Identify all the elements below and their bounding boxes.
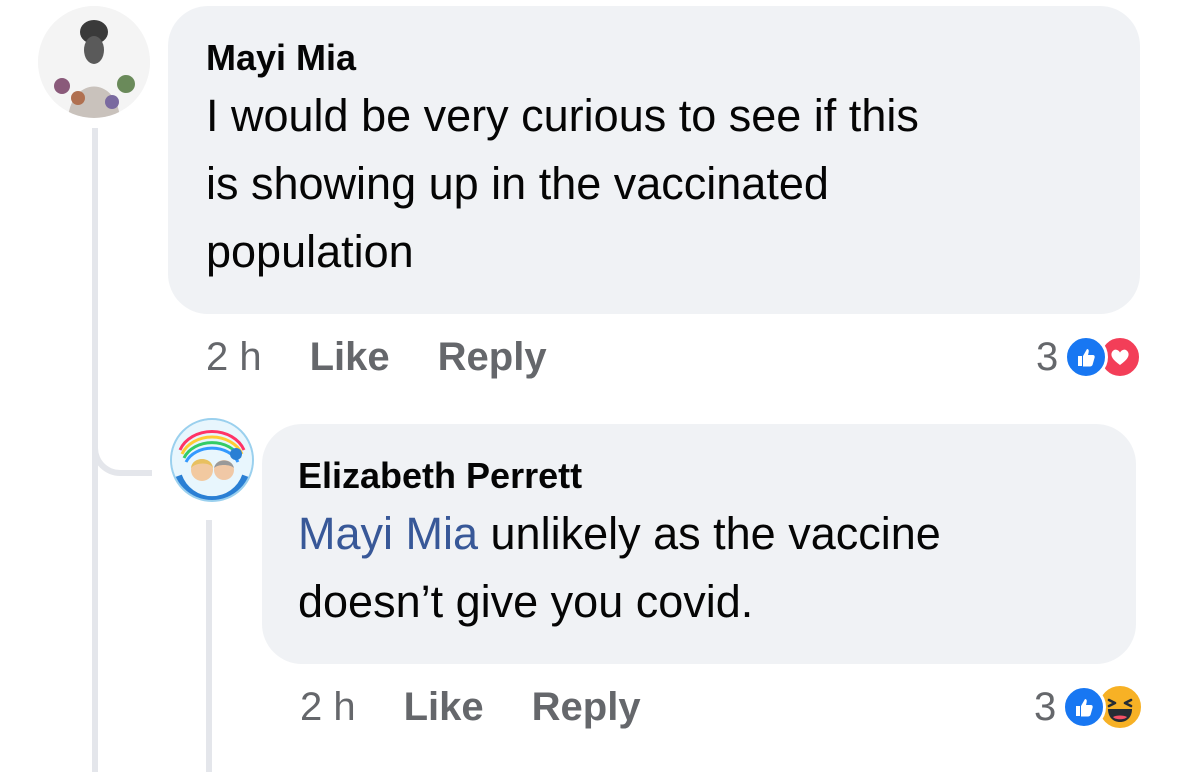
comment-bubble: Elizabeth Perrett Mayi Mia unlikely as t…: [262, 424, 1136, 664]
comment-bubble: Mayi Mia I would be very curious to see …: [168, 6, 1140, 314]
reply-button[interactable]: Reply: [532, 685, 641, 730]
comment-timestamp[interactable]: 2 h: [300, 685, 356, 730]
avatar[interactable]: [38, 6, 150, 118]
comment-text-line: I would be very curious to see if this: [206, 90, 919, 141]
comment-text-line: is showing up in the vaccinated: [206, 158, 829, 209]
comment-text-line: Mayi Mia unlikely as the vaccine: [298, 500, 1100, 568]
profile-picture-icon: [38, 6, 150, 118]
profile-picture-icon: [172, 420, 252, 500]
reaction-summary[interactable]: 3: [1034, 682, 1145, 732]
comment-actions: 2 h Like Reply: [206, 332, 595, 382]
reaction-summary[interactable]: 3: [1036, 332, 1143, 382]
avatar[interactable]: [170, 418, 254, 502]
like-button[interactable]: Like: [404, 685, 484, 730]
comment-text-segment: unlikely as the vaccine: [478, 508, 941, 559]
reaction-count: 3: [1034, 684, 1057, 729]
thread-line-reply: [206, 520, 212, 772]
reaction-count: 3: [1036, 334, 1059, 379]
mention-link[interactable]: Mayi Mia: [298, 508, 478, 559]
comment-text-line: population: [206, 226, 414, 277]
comment-author[interactable]: Mayi Mia: [206, 36, 1102, 80]
reply-button[interactable]: Reply: [438, 335, 547, 380]
like-icon: [1064, 335, 1109, 379]
comment-text-line: doesn’t give you covid.: [298, 576, 754, 627]
like-icon: [1062, 685, 1107, 729]
like-button[interactable]: Like: [310, 335, 390, 380]
comment-text: I would be very curious to see if this i…: [206, 82, 1102, 286]
comment-actions: 2 h Like Reply: [300, 682, 689, 732]
comment-text: Mayi Mia unlikely as the vaccine doesn’t…: [298, 500, 1100, 636]
comment-author[interactable]: Elizabeth Perrett: [298, 454, 1100, 498]
thread-line-branch: [92, 420, 152, 476]
comment-timestamp[interactable]: 2 h: [206, 335, 262, 380]
